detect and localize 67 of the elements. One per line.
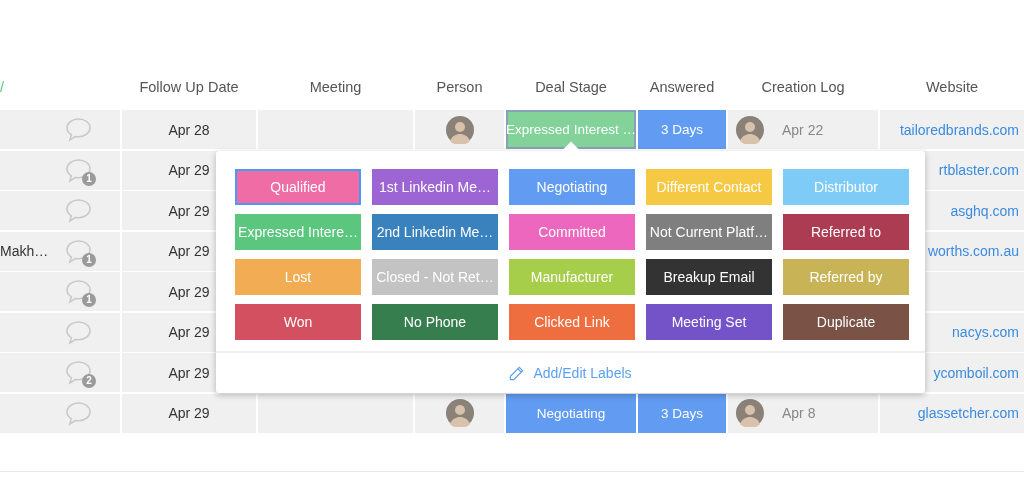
item-name: Makh… bbox=[0, 243, 49, 259]
column-header: Deal Stage bbox=[534, 78, 608, 97]
comment-count: 1 bbox=[82, 293, 96, 307]
avatar-icon[interactable] bbox=[736, 115, 764, 144]
chat-icon[interactable] bbox=[65, 400, 92, 426]
follow-up-date: Apr 29 bbox=[168, 162, 210, 178]
chat-icon[interactable] bbox=[65, 279, 92, 304]
chat-icon[interactable] bbox=[65, 238, 92, 264]
website-link[interactable]: nacys.com bbox=[952, 324, 1019, 340]
avatar-icon[interactable] bbox=[445, 399, 474, 427]
label-option[interactable]: Manufacturer bbox=[509, 259, 635, 295]
label-option[interactable]: Committed bbox=[509, 214, 635, 250]
label-option[interactable]: Referred by bbox=[783, 259, 909, 295]
add-edit-labels-link[interactable]: Add/Edit Labels bbox=[533, 365, 632, 381]
label-option[interactable]: Expressed Intere… bbox=[235, 214, 361, 250]
column-header: Person bbox=[435, 78, 484, 97]
follow-up-date: Apr 29 bbox=[168, 324, 210, 340]
label-option[interactable]: Won bbox=[235, 304, 361, 340]
label-option[interactable]: Breakup Email bbox=[646, 259, 772, 295]
comment-count: 1 bbox=[82, 252, 96, 267]
column-header: Website bbox=[924, 78, 980, 97]
follow-up-date: Apr 29 bbox=[168, 405, 210, 421]
follow-up-date: Apr 29 bbox=[168, 243, 210, 259]
creation-date: Apr 8 bbox=[782, 405, 816, 421]
chat-icon[interactable] bbox=[65, 198, 92, 223]
comment-count: 1 bbox=[82, 171, 96, 186]
column-header: Answered bbox=[648, 78, 716, 97]
label-option[interactable]: Negotiating bbox=[509, 169, 635, 205]
website-link[interactable]: glassetcher.com bbox=[917, 405, 1019, 421]
answered-label[interactable]: 3 Days bbox=[638, 110, 726, 149]
column-header: Follow Up Date bbox=[138, 78, 240, 97]
column-header: Creation Log bbox=[760, 78, 846, 97]
label-option[interactable]: Qualified bbox=[235, 169, 361, 205]
label-option[interactable]: Duplicate bbox=[783, 304, 909, 340]
follow-up-date: Apr 28 bbox=[168, 121, 210, 138]
avatar-icon[interactable] bbox=[445, 115, 474, 144]
label-option[interactable]: Distributor bbox=[783, 169, 909, 205]
creation-date: Apr 22 bbox=[782, 121, 824, 138]
chat-icon[interactable] bbox=[65, 319, 92, 345]
website-link[interactable]: tailoredbrands.com bbox=[899, 121, 1019, 138]
follow-up-date: Apr 29 bbox=[168, 364, 210, 381]
follow-up-date: Apr 29 bbox=[168, 283, 210, 300]
column-header: Meeting bbox=[308, 78, 363, 97]
chat-icon[interactable] bbox=[65, 117, 92, 142]
label-option[interactable]: 2nd Linkedin Me… bbox=[372, 214, 498, 250]
status-label[interactable]: Negotiating bbox=[506, 393, 636, 433]
website-link[interactable]: worths.com.au bbox=[927, 243, 1019, 259]
answered-label[interactable]: 3 Days bbox=[638, 393, 726, 433]
chat-icon[interactable] bbox=[65, 157, 92, 183]
label-option[interactable]: 1st Linkedin Me… bbox=[372, 169, 498, 205]
label-option[interactable]: Not Current Platf… bbox=[646, 214, 772, 250]
website-link[interactable]: asghq.com bbox=[950, 202, 1019, 219]
column-header: / bbox=[0, 78, 6, 97]
label-option[interactable]: Closed - Not Ret… bbox=[372, 259, 498, 295]
chat-icon[interactable] bbox=[65, 360, 92, 385]
label-option[interactable]: Meeting Set bbox=[646, 304, 772, 340]
pencil-icon[interactable] bbox=[509, 365, 525, 381]
label-option[interactable]: Lost bbox=[235, 259, 361, 295]
label-option[interactable]: No Phone bbox=[372, 304, 498, 340]
avatar-icon[interactable] bbox=[736, 399, 764, 427]
follow-up-date: Apr 29 bbox=[168, 202, 210, 219]
comment-count: 2 bbox=[82, 374, 96, 388]
label-option[interactable]: Clicked Link bbox=[509, 304, 635, 340]
website-link[interactable]: ycomboil.com bbox=[933, 364, 1019, 381]
label-option[interactable]: Referred to bbox=[783, 214, 909, 250]
website-link[interactable]: rtblaster.com bbox=[938, 162, 1019, 178]
status-label[interactable]: Expressed Interest … bbox=[506, 110, 636, 149]
